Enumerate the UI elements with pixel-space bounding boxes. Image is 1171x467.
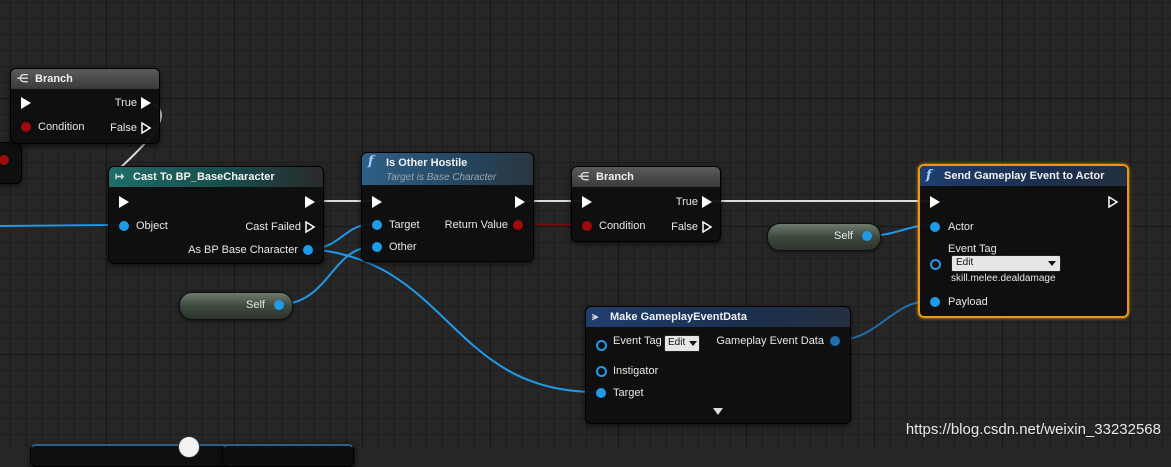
make-data-title: Make GameplayEventData [610,311,747,323]
branch-node-mid[interactable]: ⋲ Branch True Condition False [571,166,721,242]
object-label: Object [136,220,168,232]
gameplay-event-data-pin[interactable] [830,336,840,346]
branch-node-header: ⋲ Branch [11,69,159,89]
false-label: False [671,221,698,233]
return-value-pin[interactable] [513,220,523,230]
exec-true-pin[interactable] [702,196,712,208]
event-tag-dropdown[interactable]: Edit [664,335,700,352]
exec-in-pin[interactable] [930,196,940,208]
cast-title: Cast To BP_BaseCharacter [133,171,275,183]
send-event-header: f Send Gameplay Event to Actor [920,166,1127,186]
self-node-right[interactable]: Self [767,223,881,251]
self-label: Self [834,230,853,242]
other-pin[interactable] [372,242,382,252]
condition-pin[interactable] [582,221,592,231]
return-value-label: Return Value [444,219,508,231]
target-label: Target [389,219,420,231]
event-tag-pin[interactable] [596,340,607,351]
event-tag-pin[interactable] [930,259,941,270]
partial-node-left[interactable] [0,142,22,184]
self-label: Self [246,299,265,311]
exec-in-pin[interactable] [119,196,129,208]
as-maketarget-wire [309,248,597,393]
cast-node[interactable]: ↦ Cast To BP_BaseCharacter Object Cast F… [108,166,324,264]
send-gameplay-event-node[interactable]: f Send Gameplay Event to Actor Actor Eve… [918,164,1129,318]
branch-title: Branch [35,73,73,85]
exec-out-pin[interactable] [1108,196,1119,208]
branch-icon: ⋲ [17,73,28,85]
expand-arrow-icon[interactable] [713,408,723,415]
function-icon: f [368,154,374,169]
branch-title: Branch [596,171,634,183]
exec-out-pin[interactable] [305,196,315,208]
object-wire [0,224,119,227]
condition-pin[interactable] [0,155,9,165]
false-label: False [110,122,137,134]
is-other-hostile-node[interactable]: f Is Other Hostile Target is Base Charac… [361,152,534,262]
event-tag-label: Event Tag [613,335,662,347]
actor-label: Actor [948,221,974,233]
chevron-down-icon [689,341,697,346]
watermark-text: https://blog.csdn.net/weixin_33232568 [905,421,1161,438]
target-label: Target [613,387,644,399]
function-icon: f [926,168,932,183]
edit-label: Edit [668,337,686,348]
self-node-left[interactable]: Self [179,292,293,320]
payload-label: Payload [948,296,988,308]
exec-in-pin[interactable] [21,97,31,109]
branch-node-header: ⋲ Branch [572,167,720,187]
make-struct-icon: ⪫ [592,311,599,323]
as-character-pin[interactable] [303,245,313,255]
branch-node-top[interactable]: ⋲ Branch True Condition False [10,68,160,144]
branch-icon: ⋲ [578,171,589,183]
actor-pin[interactable] [930,222,940,232]
event-tag-dropdown[interactable]: Edit [951,255,1061,272]
target-pin[interactable] [372,220,382,230]
cast-failed-label: Cast Failed [245,221,301,233]
condition-label: Condition [599,220,646,232]
hostile-node-header: f Is Other Hostile Target is Base Charac… [362,153,533,185]
clock-icon [178,436,200,458]
object-pin[interactable] [119,221,129,231]
exec-false-pin[interactable] [141,122,152,134]
partial-node-bottom-right[interactable] [222,444,354,467]
exec-true-pin[interactable] [141,97,151,109]
chevron-down-icon [1048,261,1056,266]
payload-pin[interactable] [930,297,940,307]
edit-label: Edit [956,257,974,268]
target-pin[interactable] [596,388,606,398]
condition-label: Condition [38,121,85,133]
output-label: Gameplay Event Data [716,335,824,347]
instigator-pin[interactable] [596,366,607,377]
event-tag-value: skill.melee.dealdamage [951,273,1056,284]
as-character-label: As BP Base Character [188,244,298,256]
exec-false-pin[interactable] [702,221,713,233]
send-event-title: Send Gameplay Event to Actor [944,170,1105,182]
instigator-label: Instigator [613,365,659,377]
other-label: Other [389,241,417,253]
cast-failed-pin[interactable] [305,221,316,233]
self-out-pin[interactable] [274,300,284,310]
hostile-subtitle: Target is Base Character [386,172,497,183]
true-label: True [675,196,698,208]
exec-in-pin[interactable] [582,196,592,208]
cast-node-header: ↦ Cast To BP_BaseCharacter [109,167,323,187]
exec-in-pin[interactable] [372,196,382,208]
hostile-title: Is Other Hostile [386,157,468,169]
make-gameplay-event-data-node[interactable]: ⪫ Make GameplayEventData Event Tag Edit … [585,306,851,424]
make-data-header: ⪫ Make GameplayEventData [586,307,850,327]
self-out-pin[interactable] [862,231,872,241]
true-label: True [114,97,137,109]
event-tag-label: Event Tag [948,243,997,255]
cast-icon: ↦ [115,171,125,183]
condition-pin[interactable] [21,122,31,132]
exec-out-pin[interactable] [515,196,525,208]
